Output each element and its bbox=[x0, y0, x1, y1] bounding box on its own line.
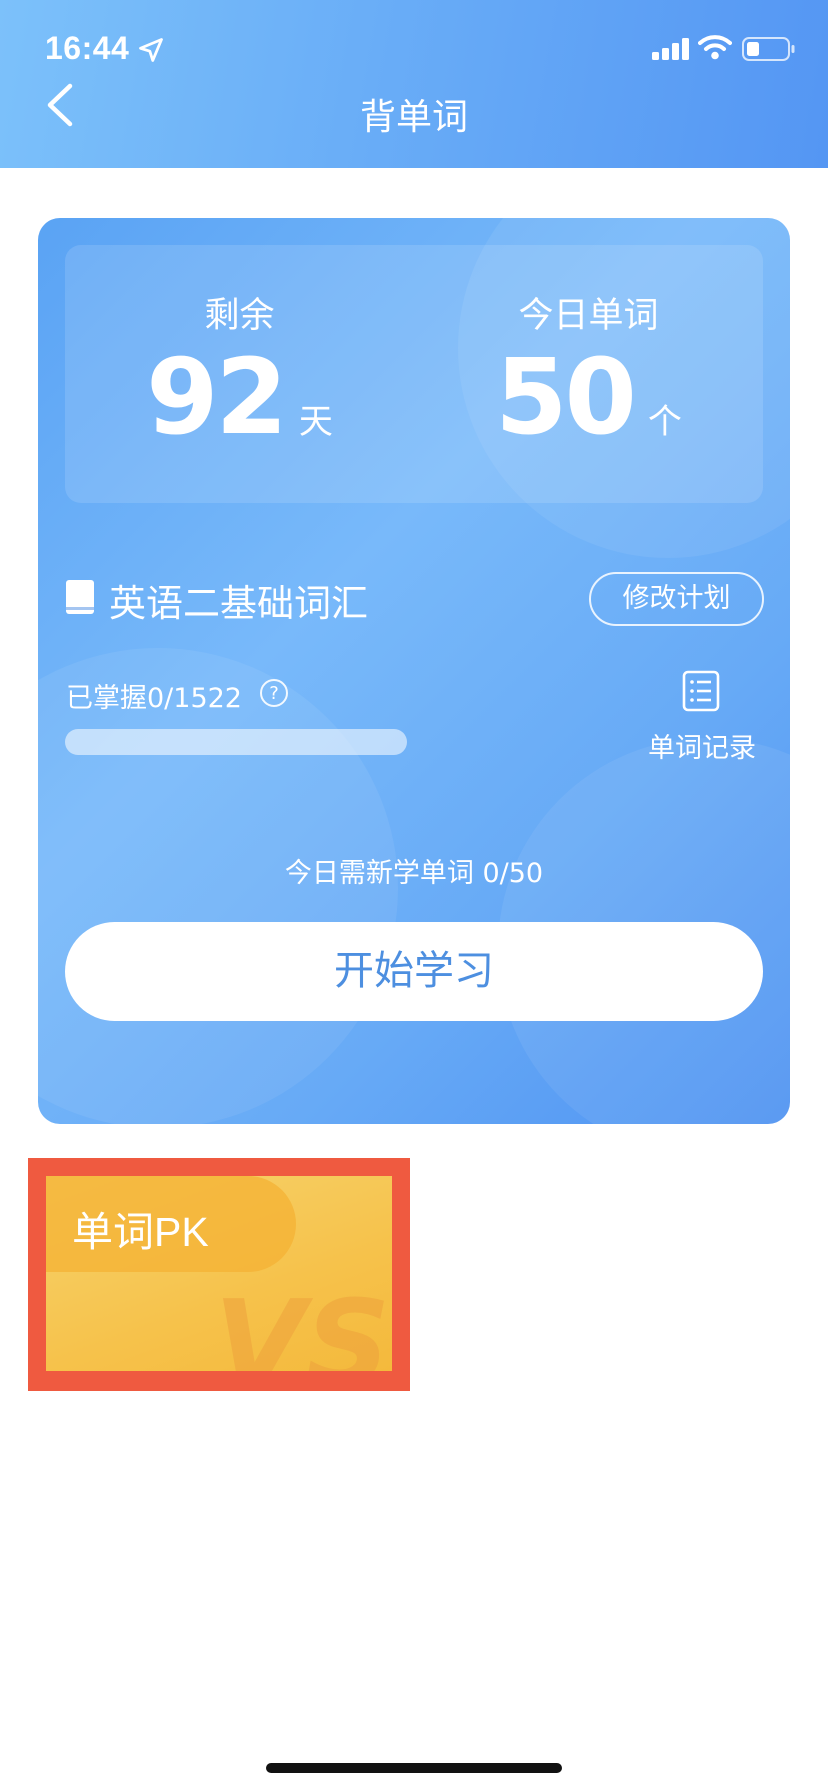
remaining-days-value: 92 bbox=[146, 336, 288, 458]
header-bar: 16:44 背单词 bbox=[0, 0, 828, 168]
remaining-days-unit: 天 bbox=[298, 402, 333, 442]
location-arrow-icon bbox=[139, 38, 163, 62]
svg-text:?: ? bbox=[269, 683, 279, 704]
question-circle-icon[interactable]: ? bbox=[259, 678, 289, 708]
status-time: 16:44 bbox=[45, 30, 130, 66]
list-document-icon bbox=[682, 670, 720, 712]
today-words-value: 50 bbox=[495, 336, 637, 458]
study-plan-card: 剩余 92 天 今日单词 50 个 英语二基础词汇 修改计划 已掌握0/1522 ? bbox=[38, 218, 790, 1124]
svg-text:VS: VS bbox=[214, 1276, 390, 1371]
today-new-words-text: 今日需新学单词 0/50 bbox=[284, 858, 544, 889]
word-record-button[interactable]: 单词记录 bbox=[642, 670, 762, 770]
cellular-signal-icon bbox=[652, 38, 689, 60]
wifi-icon bbox=[698, 35, 732, 60]
vs-icon: VS bbox=[214, 1276, 390, 1371]
remaining-days-stat: 剩余 92 天 bbox=[65, 245, 414, 503]
today-words-stat: 今日单词 50 个 bbox=[414, 245, 763, 503]
word-pk-card[interactable]: 单词PK VS bbox=[46, 1176, 392, 1371]
page-title: 背单词 bbox=[359, 97, 468, 138]
remaining-label: 剩余 bbox=[204, 296, 275, 336]
mastered-count: 已掌握0/1522 bbox=[66, 683, 242, 714]
book-icon bbox=[66, 580, 94, 614]
today-words-unit: 个 bbox=[647, 402, 682, 442]
wordbook-name: 英语二基础词汇 bbox=[109, 582, 368, 625]
mastery-progress-bar bbox=[65, 729, 407, 755]
word-record-label: 单词记录 bbox=[648, 733, 756, 764]
battery-icon bbox=[742, 37, 795, 61]
today-words-label: 今日单词 bbox=[518, 296, 659, 336]
home-indicator bbox=[266, 1763, 562, 1773]
stats-panel: 剩余 92 天 今日单词 50 个 bbox=[65, 245, 763, 503]
modify-plan-button[interactable]: 修改计划 bbox=[589, 572, 764, 626]
word-pk-label: 单词PK bbox=[72, 1209, 209, 1255]
start-learning-button[interactable]: 开始学习 bbox=[65, 922, 763, 1021]
